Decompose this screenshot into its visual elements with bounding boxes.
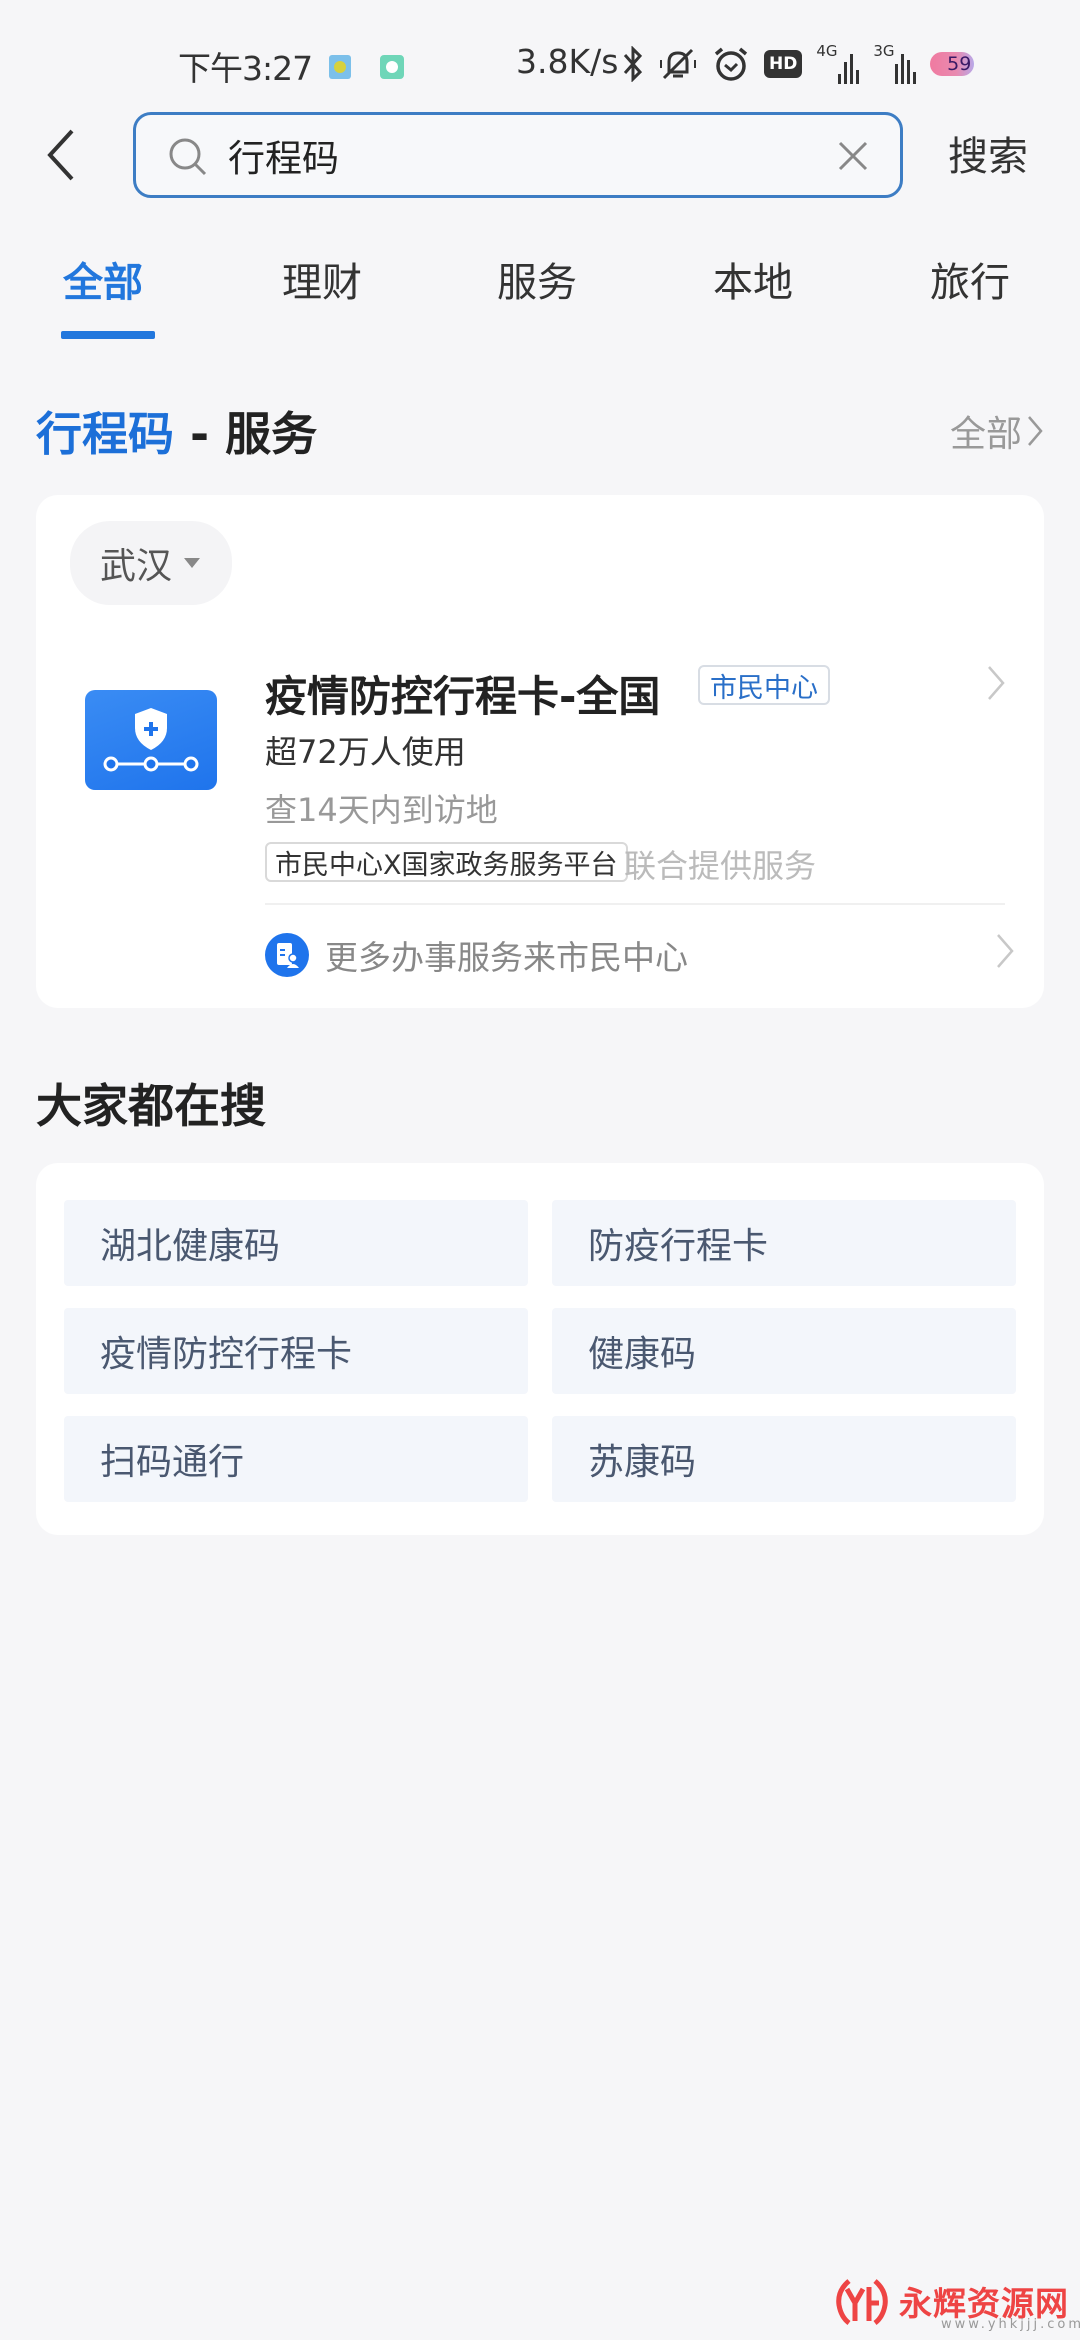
service-provider-tag: 市民中心X国家政务服务平台 <box>265 842 628 882</box>
service-section-title: 行程码 - 服务 <box>36 398 317 464</box>
back-button[interactable] <box>42 125 92 185</box>
more-services-label: 更多办事服务来市民中心 <box>325 938 688 977</box>
hd-voice-icon: HD <box>764 50 803 78</box>
bluetooth-icon <box>622 44 644 84</box>
watermark-url: www.yhkjjj.com <box>941 2317 1080 2332</box>
tab-services[interactable]: 服务 <box>497 250 577 308</box>
popular-searches-title: 大家都在搜 <box>36 1079 266 1133</box>
battery-indicator: 59 <box>930 52 975 76</box>
chevron-right-icon[interactable] <box>986 663 1006 707</box>
signal-4g-icon: 4G <box>816 42 860 84</box>
service-user-count: 超72万人使用 <box>265 733 466 771</box>
city-label: 武汉 <box>100 546 173 587</box>
more-services-link[interactable]: 更多办事服务来市民中心 <box>265 915 1025 995</box>
popular-searches-card: 湖北健康码 防疫行程卡 疫情防控行程卡 健康码 扫码通行 苏康码 <box>36 1163 1044 1535</box>
app-notification-icon <box>329 55 351 79</box>
search-field[interactable] <box>133 112 903 198</box>
view-all-services-link[interactable]: 全部 <box>950 405 1044 457</box>
city-selector[interactable]: 武汉 <box>70 521 233 605</box>
active-tab-indicator <box>61 331 155 339</box>
popular-search-item[interactable]: 扫码通行 <box>64 1416 528 1502</box>
watermark: 永辉资源网 www.yhkjjj.com <box>835 2275 1080 2335</box>
service-provider-note: 联合提供服务 <box>624 847 817 885</box>
divider <box>265 903 1005 905</box>
popular-search-item[interactable]: 健康码 <box>552 1308 1016 1394</box>
service-description: 查14天内到访地 <box>265 791 498 829</box>
chevron-right-icon <box>1028 416 1043 446</box>
itinerary-card-app-icon[interactable] <box>85 690 217 790</box>
alarm-icon <box>712 44 750 84</box>
popular-search-item[interactable]: 苏康码 <box>552 1416 1016 1502</box>
clear-search-icon[interactable] <box>834 137 872 175</box>
status-bar: 下午3:27 3.8K/s HD 4G 3G 59 <box>0 38 1080 94</box>
tab-travel[interactable]: 旅行 <box>930 250 1010 308</box>
app-notification-icon <box>380 55 404 79</box>
status-time: 下午3:27 <box>178 49 313 88</box>
mute-bell-icon <box>658 44 698 84</box>
popular-search-item[interactable]: 湖北健康码 <box>64 1200 528 1286</box>
popular-search-item[interactable]: 防疫行程卡 <box>552 1200 1016 1286</box>
section-suffix: - 服务 <box>174 407 318 461</box>
dropdown-triangle-icon <box>184 558 201 568</box>
tab-all[interactable]: 全部 <box>63 250 143 308</box>
tab-finance[interactable]: 理财 <box>282 250 362 308</box>
popular-search-item[interactable]: 疫情防控行程卡 <box>64 1308 528 1394</box>
category-tabs: 全部 理财 服务 本地 旅行 <box>0 250 1080 346</box>
chevron-right-icon <box>995 931 1015 975</box>
view-all-label: 全部 <box>949 414 1022 455</box>
citizen-center-icon <box>265 933 309 977</box>
signal-3g-icon: 3G <box>873 42 917 84</box>
service-title[interactable]: 疫情防控行程卡-全国 <box>265 663 660 724</box>
search-button[interactable]: 搜索 <box>948 124 1028 182</box>
search-icon <box>166 135 210 183</box>
service-result-card: 武汉 疫情防控行程卡-全国 市民中心 超72万人使用 查14天内到访地 市民中心… <box>36 495 1044 1008</box>
section-keyword: 行程码 <box>36 407 174 461</box>
provider-badge: 市民中心 <box>698 665 830 705</box>
tab-local[interactable]: 本地 <box>713 250 793 308</box>
network-speed: 3.8K/s <box>516 42 619 81</box>
search-input[interactable] <box>228 129 788 181</box>
watermark-logo-icon <box>836 2279 888 2325</box>
chevron-left-icon <box>47 129 74 181</box>
